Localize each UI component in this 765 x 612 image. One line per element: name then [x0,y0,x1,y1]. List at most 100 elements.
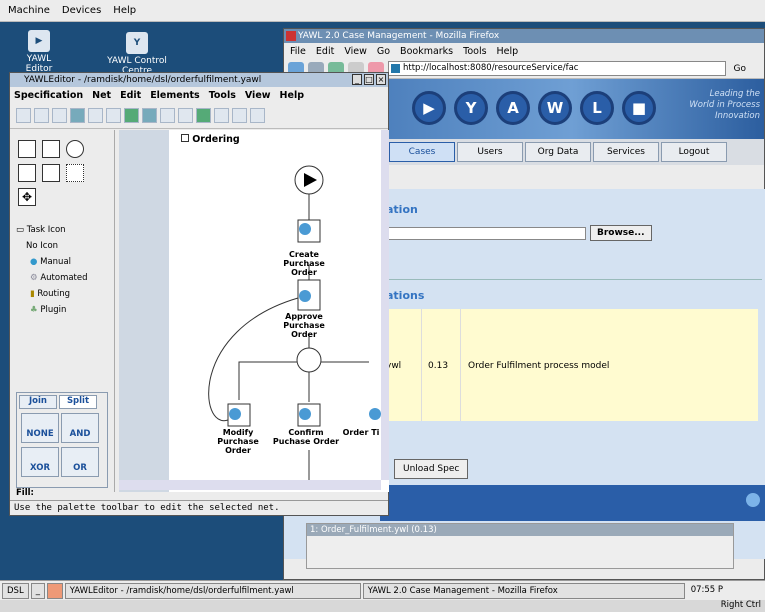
print-icon[interactable] [106,108,121,123]
spec-table: ywl 0.13 Order Fulfilment process model [380,309,758,421]
taskbar: DSL _ YAWLEditor - /ramdisk/home/dsl/ord… [0,580,765,600]
ed-menu-edit[interactable]: Edit [120,90,141,101]
tree-item-no-icon[interactable]: No Icon [16,238,111,254]
join-split-panel: Join Split NONE AND XOR OR [16,392,108,488]
ff-menu-go[interactable]: Go [377,46,390,57]
align-icon[interactable] [250,108,265,123]
minimize-button[interactable]: _ [352,74,362,85]
firefox-launcher-icon[interactable] [46,582,63,599]
show-desktop-button[interactable]: _ [30,582,45,599]
traffic-light-icon: ▮ [30,289,35,299]
copy-icon[interactable] [88,108,103,123]
tab-split[interactable]: Split [59,395,97,409]
atomic-task-tool[interactable] [18,140,36,158]
remove-net-icon[interactable] [178,108,193,123]
split-xor-button[interactable]: XOR [21,447,59,477]
refresh-icon[interactable] [746,493,760,507]
task-create-purchase-order[interactable]: Create Purchase Order [269,250,339,277]
file-input[interactable] [386,227,586,240]
vbox-menubar: Machine Devices Help [0,0,765,22]
menu-devices[interactable]: Devices [62,5,101,16]
save-icon[interactable] [52,108,67,123]
redo-icon[interactable] [214,108,229,123]
net-canvas[interactable]: Ordering Create Purchase Order Approve P… [119,130,389,492]
yawl-editor-desktop-icon[interactable]: ▶ YAWL Editor [14,30,64,74]
taskbar-firefox-item[interactable]: YAWL 2.0 Case Management - Mozilla Firef… [362,582,685,599]
unload-spec-button[interactable]: Unload Spec [394,459,469,479]
ed-menu-specification[interactable]: Specification [14,90,83,101]
condition-tool[interactable] [66,140,84,158]
tab-logout[interactable]: Logout [661,142,727,162]
running-cases-list[interactable]: 1: Order_Fulfilment.ywl (0.13) [306,523,734,569]
ff-menu-view[interactable]: View [344,46,367,57]
taskbar-editor-item[interactable]: YAWLEditor - /ramdisk/home/dsl/orderfulf… [64,582,361,599]
url-bar[interactable]: http://localhost:8080/resourceService/fa… [388,61,726,76]
open-icon[interactable] [34,108,49,123]
tab-services[interactable]: Services [593,142,659,162]
browse-button[interactable]: Browse... [590,225,652,241]
new-icon[interactable] [16,108,31,123]
editor-titlebar[interactable]: YAWLEditor - /ramdisk/home/dsl/orderfulf… [10,73,388,87]
composite-task-tool[interactable] [42,140,60,158]
tab-join[interactable]: Join [19,395,57,409]
tree-item-automated[interactable]: ⚙ Automated [16,270,111,286]
divider [380,279,762,280]
ff-menu-help[interactable]: Help [497,46,519,57]
horizontal-scrollbar[interactable] [119,480,381,490]
tab-org-data[interactable]: Org Data [525,142,591,162]
vertical-scrollbar[interactable] [381,130,389,480]
task-confirm-purchase-order[interactable]: Confirm Puchase Order [271,428,341,446]
save-as-icon[interactable] [70,108,85,123]
condition-node [296,347,322,373]
vbox-statusbar: Right Ctrl [0,600,765,612]
multi-task-tool[interactable] [18,164,36,182]
tree-root[interactable]: ▭ Task Icon [16,222,111,238]
firefox-titlebar[interactable]: YAWL 2.0 Case Management - Mozilla Firef… [284,29,764,43]
tab-cases[interactable]: Cases [389,142,455,162]
manual-icon: ● [30,257,38,267]
ed-menu-help[interactable]: Help [280,90,304,101]
net-title: Ordering [192,134,240,145]
add-net-icon[interactable] [160,108,175,123]
delete-icon[interactable] [232,108,247,123]
tree-item-manual[interactable]: ● Manual [16,254,111,270]
maximize-button[interactable]: □ [364,74,374,85]
net-tab[interactable]: Ordering [181,134,240,145]
move-tool[interactable]: ✥ [18,188,36,206]
ff-menu-edit[interactable]: Edit [316,46,334,57]
banner-tagline: Leading the World in Process Innovation [689,89,760,121]
ed-menu-tools[interactable]: Tools [209,90,236,101]
ed-menu-net[interactable]: Net [92,90,111,101]
editor-menubar: Specification Net Edit Elements Tools Vi… [10,87,388,103]
task-order-timeout[interactable]: Order Ti [341,428,381,437]
ff-menu-bookmarks[interactable]: Bookmarks [400,46,453,57]
split-none-button[interactable]: NONE [21,413,59,443]
confirm-person-icon [299,408,311,420]
task-modify-purchase-order[interactable]: Modify Purchase Order [203,428,273,455]
task-approve-purchase-order[interactable]: Approve Purchase Order [269,312,339,339]
modify-person-icon [229,408,241,420]
ed-menu-view[interactable]: View [245,90,271,101]
element-palette: ✥ ▭ Task Icon No Icon ● Manual ⚙ Automat… [10,130,115,498]
menu-machine[interactable]: Machine [8,5,50,16]
menu-help[interactable]: Help [113,5,136,16]
close-button[interactable]: × [376,74,386,85]
create-person-icon [299,223,311,235]
ff-menu-file[interactable]: File [290,46,306,57]
preview-icon[interactable] [142,108,157,123]
split-and-button[interactable]: AND [61,413,99,443]
yawl-control-centre-desktop-icon[interactable]: Y YAWL Control Centre [92,32,182,76]
go-button[interactable]: Go [734,64,746,74]
ff-menu-tools[interactable]: Tools [463,46,486,57]
split-or-button[interactable]: OR [61,447,99,477]
ed-menu-elements[interactable]: Elements [150,90,200,101]
validate-icon[interactable] [124,108,139,123]
dsl-menu-button[interactable]: DSL [2,582,29,599]
undo-icon[interactable] [196,108,211,123]
multi-composite-tool[interactable] [42,164,60,182]
running-case-item[interactable]: 1: Order_Fulfilment.ywl (0.13) [307,524,733,536]
tree-item-routing[interactable]: ▮ Routing [16,286,111,302]
marquee-tool[interactable] [66,164,84,182]
tree-item-plugin[interactable]: ♣ Plugin [16,302,111,318]
tab-users[interactable]: Users [457,142,523,162]
